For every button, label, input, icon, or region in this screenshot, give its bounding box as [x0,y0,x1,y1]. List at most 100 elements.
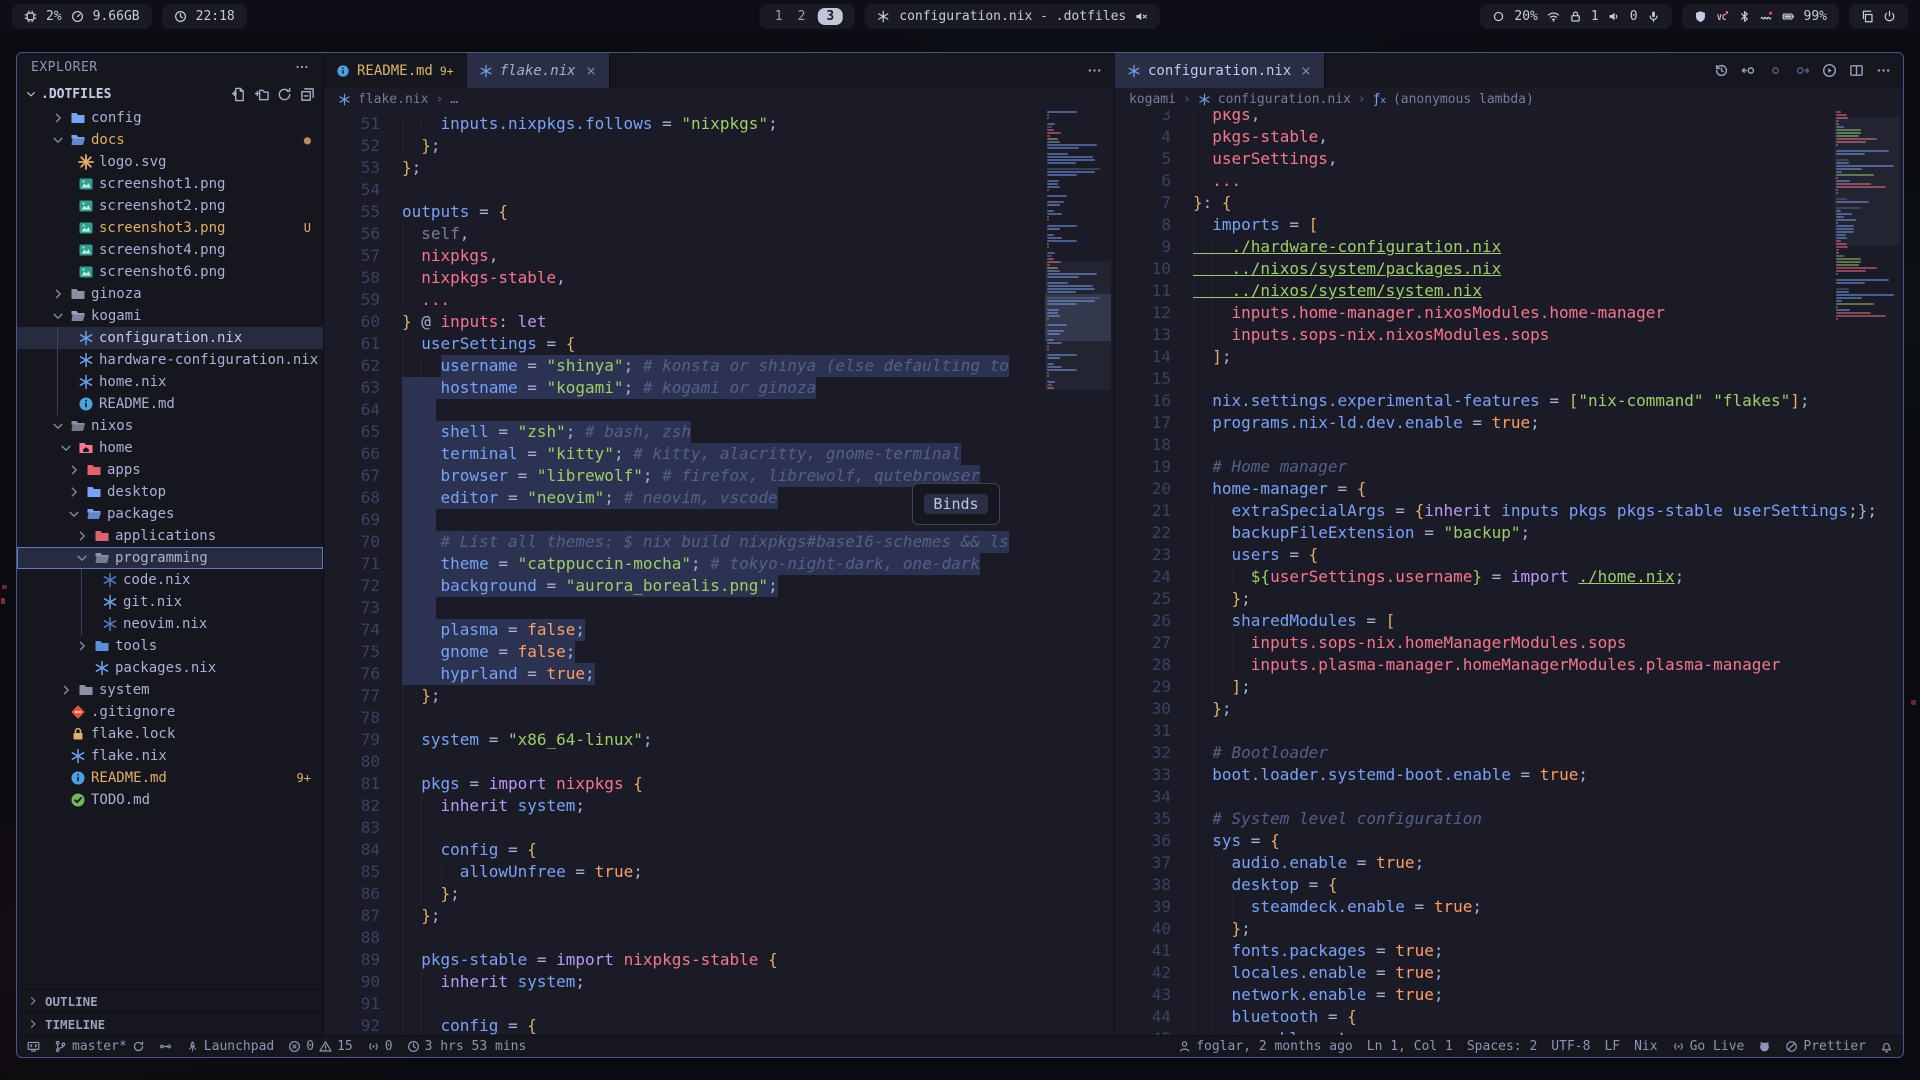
tree-item-configuration.nix[interactable]: configuration.nix [17,327,323,349]
rec-icon [1760,10,1773,23]
tree-item-packages.nix[interactable]: packages.nix [17,657,323,679]
breadcrumb-item[interactable]: kogami [1129,92,1176,107]
encoding[interactable]: UTF-8 [1551,1039,1590,1054]
newfile-icon[interactable] [231,87,246,102]
tree-item-README.md[interactable]: README.md [17,393,323,415]
tree-item-tools[interactable]: tools [17,635,323,657]
minimap-left[interactable] [1047,111,1111,1035]
tree-item-ginoza[interactable]: ginoza [17,283,323,305]
back-icon[interactable] [1741,63,1756,78]
eol[interactable]: LF [1604,1039,1620,1054]
tree-item-apps[interactable]: apps [17,459,323,481]
topbar-module[interactable] [1849,4,1908,29]
tree-item-docs[interactable]: docs● [17,129,323,151]
git-graph[interactable] [159,1040,172,1053]
tree-item-flake.lock[interactable]: flake.lock [17,723,323,745]
tree-item-nixos[interactable]: nixos [17,415,323,437]
git-icon [70,704,86,720]
tree-item-programming[interactable]: programming [17,547,323,569]
topbar-module[interactable]: 22:18 [162,4,247,29]
workspace-2[interactable]: 2 [795,9,809,24]
problems[interactable]: 015 [288,1039,352,1054]
topbar-module[interactable]: 2%9.66GB [12,4,152,29]
minimap-line [1836,255,1844,257]
tab-README.md[interactable]: README.md9+ [324,53,467,88]
minimap-right[interactable] [1836,111,1900,1035]
tree-item-screenshot4.png[interactable]: screenshot4.png [17,239,323,261]
tree-item-config[interactable]: config [17,107,323,129]
close-icon[interactable] [585,65,597,77]
tree-item-README.md[interactable]: README.md9+ [17,767,323,789]
tree-item-home.nix[interactable]: home.nix [17,371,323,393]
notifications[interactable] [1880,1040,1893,1053]
ports[interactable]: 0 [367,1039,393,1054]
minimap-slider[interactable] [1834,117,1900,246]
tree-item-packages[interactable]: packages [17,503,323,525]
git-blame[interactable]: foglar, 2 months ago [1178,1039,1353,1054]
more-icon[interactable] [1876,63,1891,78]
timeline-panel[interactable]: TIMELINE [17,1012,323,1035]
line-number: 18 [1115,434,1193,456]
newfolder-icon[interactable] [254,87,269,102]
tree-item-screenshot3.png[interactable]: screenshot3.pngU [17,217,323,239]
launchpad[interactable]: Launchpad [186,1039,274,1054]
explorer-section-dotfiles[interactable]: .DOTFILES [17,81,323,107]
language-mode[interactable]: Nix [1634,1039,1657,1054]
split-icon[interactable] [1849,63,1864,78]
github[interactable] [1758,1040,1771,1053]
topbar-module[interactable]: VC99% [1682,4,1839,29]
prettier[interactable]: Prettier [1785,1039,1866,1054]
tree-item-home[interactable]: home [17,437,323,459]
cursor-position[interactable]: Ln 1, Col 1 [1367,1039,1453,1054]
circleDim-icon[interactable] [1768,63,1783,78]
tree-item-logo.svg[interactable]: logo.svg [17,151,323,173]
tree-item-screenshot1.png[interactable]: screenshot1.png [17,173,323,195]
refresh-icon[interactable] [277,87,292,102]
tree-item-code.nix[interactable]: code.nix [17,569,323,591]
collapse-icon[interactable] [300,87,315,102]
tree-item-screenshot6.png[interactable]: screenshot6.png [17,261,323,283]
tree-item-git.nix[interactable]: git.nix [17,591,323,613]
tree-item-flake.nix[interactable]: flake.nix [17,745,323,767]
tree-item-TODO.md[interactable]: TODO.md [17,789,323,811]
tree-item-system[interactable]: system [17,679,323,701]
time-tracker[interactable]: 3 hrs 53 mins [407,1039,527,1054]
editor-actions-right [1702,53,1903,88]
run-icon[interactable] [1822,63,1837,78]
go-live[interactable]: Go Live [1672,1039,1745,1054]
breadcrumb-item[interactable]: flake.nix [358,92,428,107]
line-number: 74 [324,619,402,641]
code-line: 74 plasma = false; [324,619,1114,641]
more-icon[interactable] [1087,63,1102,78]
circleFwd-icon[interactable] [1795,63,1810,78]
git-branch[interactable]: master* [54,1039,145,1054]
workspaces[interactable]: 123 [760,4,855,29]
remote-indicator[interactable] [27,1040,40,1053]
outline-panel[interactable]: OUTLINE [17,989,323,1012]
tab-configuration.nix[interactable]: configuration.nix [1115,53,1325,88]
code-line: 10 ../nixos/system/packages.nix [1115,258,1903,280]
indentation[interactable]: Spaces: 2 [1467,1039,1537,1054]
tree-item-desktop[interactable]: desktop [17,481,323,503]
tree-item-applications[interactable]: applications [17,525,323,547]
workspace-3[interactable]: 3 [817,8,843,25]
workspace-1[interactable]: 1 [772,9,786,24]
code-area-left[interactable]: 51 inputs.nixpkgs.follows = "nixpkgs";52… [324,111,1114,1035]
code-area-right[interactable]: 3 pkgs,4 pkgs-stable,5 userSettings,6 ..… [1115,111,1903,1035]
tree-item-screenshot2.png[interactable]: screenshot2.png [17,195,323,217]
explorer-more-actions-icon[interactable] [295,60,309,74]
breadcrumb-item[interactable]: … [450,92,458,107]
tree-item-hardware-configuration.nix[interactable]: hardware-configuration.nix [17,349,323,371]
breadcrumb-item[interactable]: (anonymous lambda) [1393,92,1534,107]
history-icon[interactable] [1714,63,1729,78]
tree-item-label: tools [115,638,157,654]
tab-flake.nix[interactable]: flake.nix [467,53,610,88]
window-title-module[interactable]: configuration.nix - .dotfiles [865,4,1160,29]
breadcrumb-item[interactable]: configuration.nix [1218,92,1351,107]
tree-item-kogami[interactable]: kogami [17,305,323,327]
close-icon[interactable] [1300,65,1312,77]
minimap-line [1047,246,1049,248]
tree-item-neovim.nix[interactable]: neovim.nix [17,613,323,635]
tree-item-.gitignore[interactable]: .gitignore [17,701,323,723]
topbar-module[interactable]: 20%10 [1480,4,1671,29]
